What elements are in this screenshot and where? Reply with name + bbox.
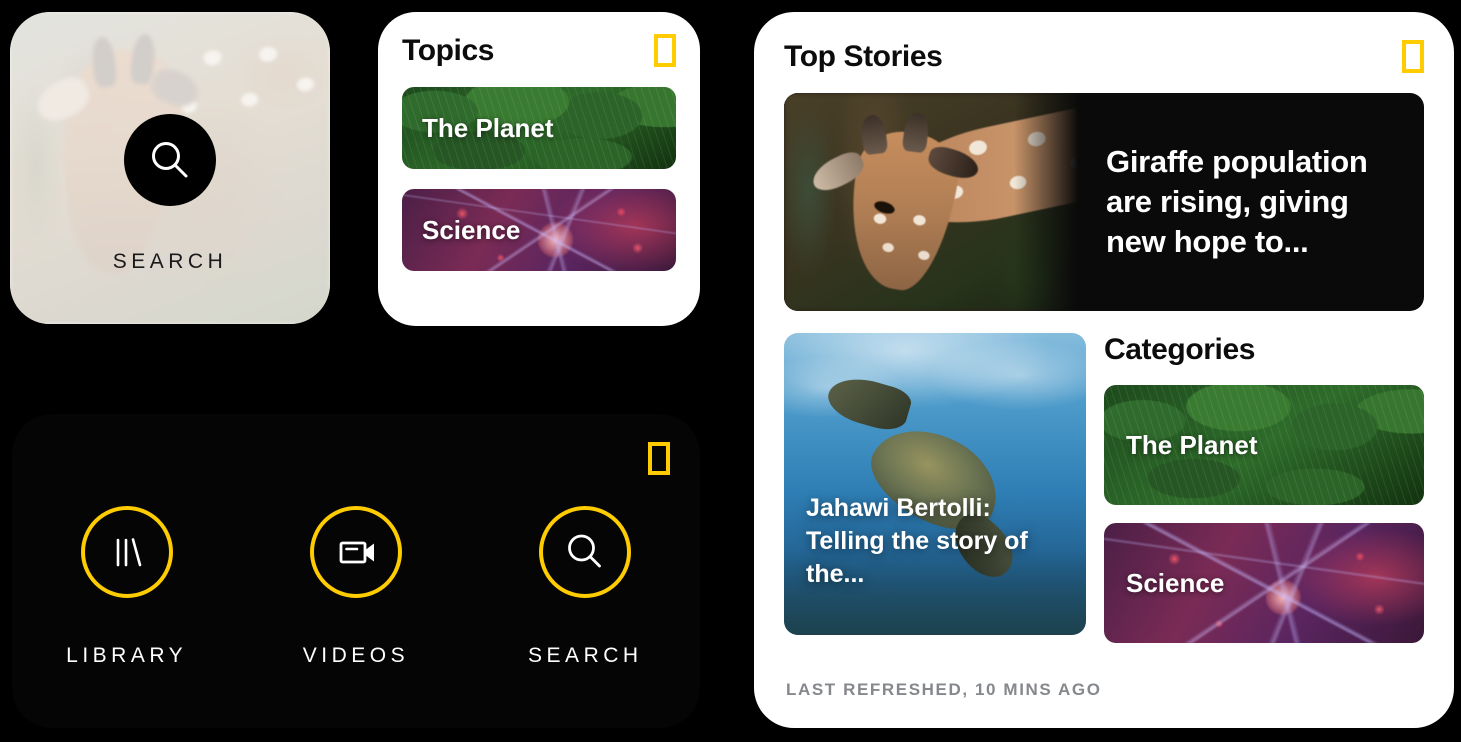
search-button[interactable] — [539, 506, 632, 598]
quick-action-label: VIDEOS — [302, 644, 410, 667]
top-stories-header: Top Stories — [784, 40, 1424, 73]
secondary-story-headline: Jahawi Bertolli: Telling the story of th… — [806, 494, 1028, 588]
top-stories-title: Top Stories — [784, 40, 943, 73]
categories-section: Categories The Planet Science — [1104, 333, 1424, 643]
quick-actions-widget[interactable]: LIBRARY VIDEOS SEARCH — [12, 414, 700, 728]
quick-action-library[interactable]: LIBRARY — [27, 506, 227, 668]
category-tile-the-planet[interactable]: The Planet — [1104, 385, 1424, 505]
secondary-story-card[interactable]: Jahawi Bertolli: Telling the story of th… — [784, 333, 1086, 635]
topics-widget[interactable]: Topics The Planet Science — [378, 12, 700, 326]
topic-tile-the-planet[interactable]: The Planet — [402, 87, 676, 169]
topics-title: Topics — [402, 34, 495, 67]
videos-button[interactable] — [309, 506, 402, 598]
hero-story-card[interactable]: Giraffe population are rising, giving ne… — [784, 93, 1424, 311]
library-icon — [116, 538, 141, 567]
search-icon — [152, 142, 188, 178]
widget-board: SEARCH Topics The Planet Science LIBRARY… — [0, 0, 1461, 742]
national-geographic-logo-icon — [1402, 40, 1424, 73]
image-gradient-fade — [1014, 93, 1084, 311]
category-tile-science[interactable]: Science — [1104, 523, 1424, 643]
category-tile-label: The Planet — [1126, 429, 1258, 460]
search-widget[interactable]: SEARCH — [10, 12, 330, 324]
quick-action-videos[interactable]: VIDEOS — [256, 506, 456, 668]
hero-story-headline: Giraffe population are rising, giving ne… — [1106, 144, 1368, 259]
national-geographic-logo-icon — [648, 442, 670, 475]
topics-header: Topics — [402, 34, 676, 67]
topic-tile-label: The Planet — [422, 112, 554, 143]
top-stories-widget[interactable]: Top Stories Giraffe population are risin… — [754, 12, 1454, 728]
quick-action-search[interactable]: SEARCH — [485, 506, 685, 668]
giraffe-ossicone-right — [901, 111, 931, 154]
search-icon — [568, 534, 602, 568]
quick-action-label: LIBRARY — [66, 644, 188, 667]
search-widget-label: SEARCH — [112, 250, 228, 273]
hero-story-image — [784, 93, 1084, 311]
topic-tile-science[interactable]: Science — [402, 189, 676, 271]
giraffe-ossicone-left — [859, 113, 889, 156]
last-refreshed-status: LAST REFRESHED, 10 MINS AGO — [786, 680, 1102, 699]
library-button[interactable] — [80, 506, 173, 598]
categories-title: Categories — [1104, 333, 1256, 366]
stories-lower-row: Jahawi Bertolli: Telling the story of th… — [784, 333, 1424, 643]
category-tile-label: Science — [1126, 567, 1225, 598]
quick-action-label: SEARCH — [528, 644, 643, 667]
search-button[interactable] — [124, 114, 216, 206]
video-camera-icon — [339, 541, 374, 564]
national-geographic-logo-icon — [654, 34, 676, 67]
quick-actions-row: LIBRARY VIDEOS SEARCH — [12, 506, 700, 668]
topic-tile-label: Science — [422, 214, 521, 245]
